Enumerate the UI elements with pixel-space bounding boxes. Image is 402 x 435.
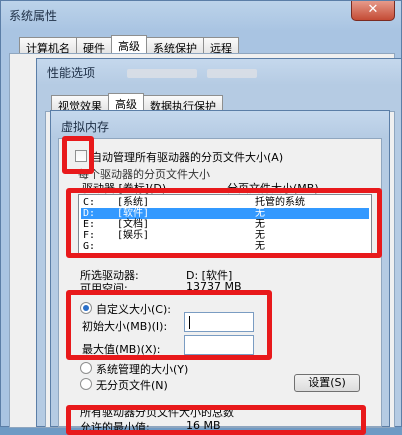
system-managed-label: 系统管理的大小(Y)	[96, 363, 189, 376]
no-paging-label: 无分页文件(N)	[96, 379, 168, 392]
highlight-box-drive-list	[66, 188, 382, 258]
virtual-memory-content: 自动管理所有驱动器的分页文件大小(A) 每个驱动器的分页文件大小 驱动器 [卷标…	[0, 0, 402, 435]
highlight-box-custom-size	[66, 290, 272, 360]
no-paging-radio[interactable]	[80, 378, 92, 390]
system-managed-radio[interactable]	[80, 362, 92, 374]
highlight-box-total	[66, 405, 366, 435]
auto-manage-label: 自动管理所有驱动器的分页文件大小(A)	[91, 151, 284, 164]
highlight-box-auto-manage	[62, 136, 94, 174]
set-button[interactable]: 设置(S)	[294, 374, 360, 392]
